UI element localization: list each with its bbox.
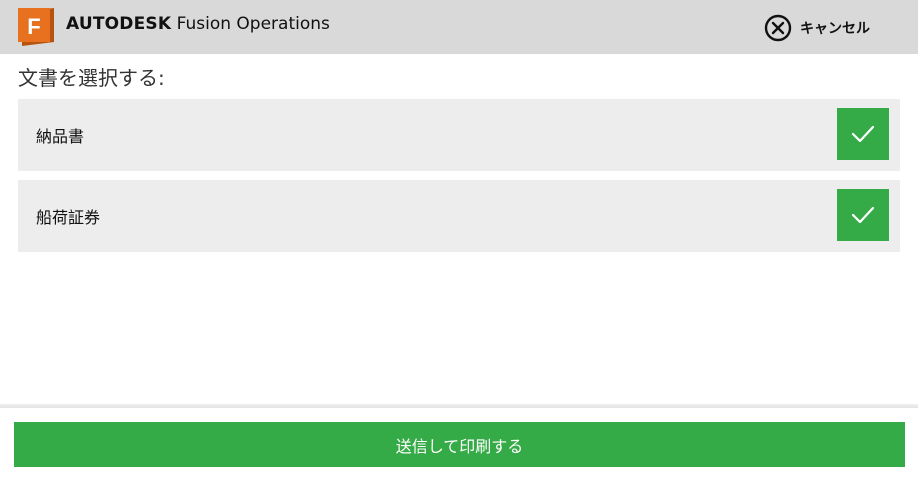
document-item-bill-of-lading[interactable]: 船荷証券	[18, 180, 900, 252]
document-checkbox[interactable]	[837, 189, 889, 241]
logo-letter: F	[27, 14, 40, 39]
checkmark-icon	[851, 206, 875, 224]
document-list: 納品書 船荷証券	[18, 99, 900, 261]
fusion-logo-icon: F	[18, 8, 54, 46]
send-and-print-button[interactable]: 送信して印刷する	[14, 422, 905, 467]
brand-title: AUTODESK Fusion Operations	[66, 14, 330, 34]
app-header: F AUTODESK Fusion Operations キャンセル	[0, 0, 918, 54]
checkmark-icon	[851, 125, 875, 143]
cancel-button[interactable]: キャンセル	[764, 13, 870, 43]
product-name: Fusion Operations	[176, 14, 330, 34]
page-title: 文書を選択する:	[18, 66, 165, 90]
document-label: 船荷証券	[36, 208, 101, 227]
close-circle-icon	[764, 14, 792, 42]
cancel-label: キャンセル	[800, 21, 870, 37]
document-checkbox[interactable]	[837, 108, 889, 160]
document-label: 納品書	[36, 127, 85, 146]
document-item-invoice[interactable]: 納品書	[18, 99, 900, 171]
footer-divider	[0, 404, 918, 408]
brand-name: AUTODESK	[66, 14, 172, 34]
